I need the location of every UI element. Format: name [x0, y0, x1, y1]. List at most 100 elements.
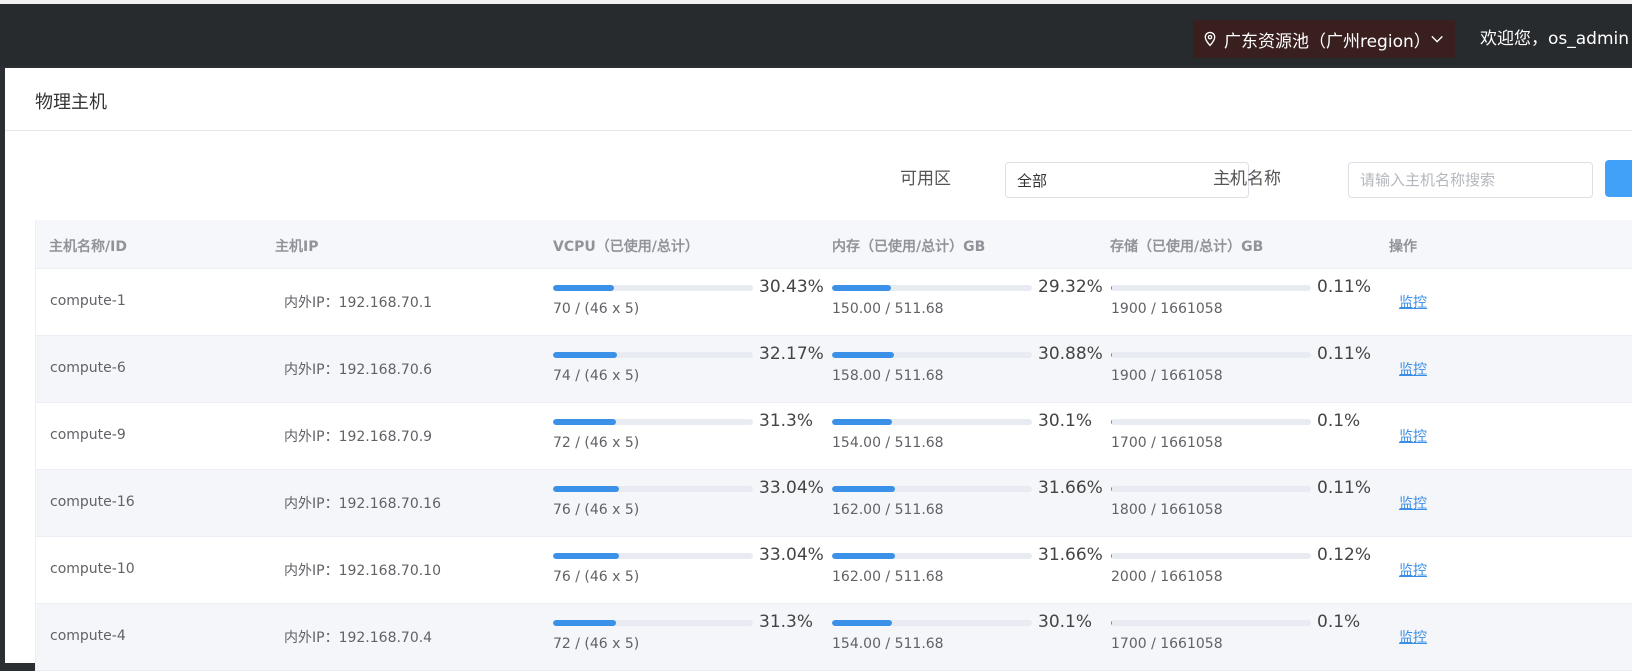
monitor-link[interactable]: 监控 [1399, 292, 1427, 312]
table-row: compute-6 内外IP：192.168.70.6 32.17% 74 / (46… [36, 336, 1632, 403]
memory-progress-fill [832, 285, 891, 291]
memory-usage: 30.1%154.00 / 511.68 [832, 604, 1102, 670]
vcpu-progress-fill [553, 419, 616, 425]
region-selector[interactable]: 广东资源池（广州region） [1193, 20, 1455, 58]
vcpu-progress-track [553, 285, 753, 291]
vcpu-percent: 32.17% [759, 344, 824, 364]
memory-used-total: 158.00 / 511.68 [832, 368, 944, 384]
storage-usage: 0.11% 1900 / 1661058 [1111, 336, 1381, 402]
host-name: compute-16 [50, 494, 135, 510]
monitor-link[interactable]: 监控 [1399, 359, 1427, 379]
storage-progress-track [1111, 285, 1311, 291]
memory-percent: 31.66% [1038, 545, 1103, 565]
col-vcpu: VCPU（已使用/总计） [553, 236, 699, 256]
table-header: 主机名称/ID 主机IP VCPU（已使用/总计） 内存（已使用/总计）GB 存… [36, 220, 1632, 269]
vcpu-progress-fill [553, 620, 616, 626]
ip-prefix: 内外IP： [284, 362, 339, 378]
memory-used-total: 154.00 / 511.68 [832, 435, 944, 451]
ip-value: 192.168.70.6 [339, 362, 433, 378]
ip-value: 192.168.70.16 [339, 496, 441, 512]
storage-progress-track [1111, 620, 1311, 626]
monitor-link[interactable]: 监控 [1399, 426, 1427, 446]
storage-progress-track [1111, 352, 1311, 358]
storage-percent: 0.11% [1317, 478, 1371, 498]
memory-percent: 29.32% [1038, 277, 1103, 297]
vcpu-progress-fill [553, 486, 619, 492]
vcpu-used-total: 70 / (46 x 5) [553, 301, 639, 317]
memory-usage: 30.88%158.00 / 511.68 [832, 336, 1102, 402]
vcpu-usage: 32.17% 74 / (46 x 5) [553, 336, 823, 402]
ip-prefix: 内外IP： [284, 630, 339, 646]
storage-percent: 0.12% [1317, 545, 1371, 565]
storage-used-total: 1800 / 1661058 [1111, 502, 1223, 518]
memory-percent: 30.1% [1038, 612, 1092, 632]
col-memory: 内存（已使用/总计）GB [832, 236, 985, 256]
storage-usage: 0.12% 2000 / 1661058 [1111, 537, 1381, 603]
host-name: compute-6 [50, 360, 126, 376]
vcpu-progress-track [553, 352, 753, 358]
vcpu-used-total: 74 / (46 x 5) [553, 368, 639, 384]
vcpu-percent: 30.43% [759, 277, 824, 297]
memory-progress-fill [832, 553, 895, 559]
vcpu-progress-fill [553, 352, 617, 358]
vcpu-percent: 31.3% [759, 411, 813, 431]
vcpu-used-total: 76 / (46 x 5) [553, 502, 639, 518]
storage-used-total: 2000 / 1661058 [1111, 569, 1223, 585]
col-operation: 操作 [1389, 236, 1417, 256]
physical-host-panel: 物理主机 可用区 全部 主机名称 主机名称/ID 主机IP VCPU（已使用/总… [5, 68, 1632, 663]
table-row: compute-4内外IP：192.168.70.431.3%72 / (46 … [36, 604, 1632, 671]
ip-prefix: 内外IP： [284, 496, 339, 512]
memory-usage: 31.66%162.00 / 511.68 [832, 537, 1102, 603]
zone-select-value: 全部 [1017, 170, 1047, 191]
search-button[interactable] [1605, 160, 1632, 197]
col-host-ip: 主机IP [275, 236, 318, 256]
col-host-name: 主机名称/ID [49, 236, 127, 256]
storage-percent: 0.1% [1317, 612, 1360, 632]
ip-prefix: 内外IP： [284, 429, 339, 445]
storage-used-total: 1900 / 1661058 [1111, 301, 1223, 317]
memory-percent: 31.66% [1038, 478, 1103, 498]
vcpu-percent: 33.04% [759, 545, 824, 565]
monitor-link[interactable]: 监控 [1399, 627, 1427, 647]
vcpu-progress-track [553, 419, 753, 425]
storage-percent: 0.11% [1317, 344, 1371, 364]
monitor-link[interactable]: 监控 [1399, 560, 1427, 580]
storage-usage: 0.11% 1900 / 1661058 [1111, 269, 1381, 335]
host-name-label: 主机名称 [1213, 164, 1281, 189]
memory-progress-fill [832, 352, 894, 358]
vcpu-usage: 30.43% 70 / (46 x 5) [553, 269, 823, 335]
vcpu-progress-fill [553, 285, 614, 291]
storage-usage: 0.1%1700 / 1661058 [1111, 403, 1381, 469]
table-row: compute-9内外IP：192.168.70.931.3%72 / (46 … [36, 403, 1632, 470]
ip-value: 192.168.70.4 [339, 630, 433, 646]
location-pin-icon [1203, 30, 1217, 48]
monitor-link[interactable]: 监控 [1399, 493, 1427, 513]
memory-usage: 29.32%150.00 / 511.68 [832, 269, 1102, 335]
ip-prefix: 内外IP： [284, 295, 339, 311]
ip-prefix: 内外IP： [284, 563, 339, 579]
host-ip: 内外IP：192.168.70.16 [284, 493, 441, 513]
page-title: 物理主机 [35, 88, 107, 114]
memory-progress-fill [832, 419, 892, 425]
welcome-user[interactable]: 欢迎您，os_admin [1480, 24, 1629, 49]
memory-percent: 30.1% [1038, 411, 1092, 431]
title-divider [5, 130, 1632, 131]
storage-percent: 0.11% [1317, 277, 1371, 297]
zone-label: 可用区 [900, 164, 951, 189]
storage-used-total: 1900 / 1661058 [1111, 368, 1223, 384]
host-search-input[interactable] [1348, 162, 1593, 198]
host-name: compute-4 [50, 628, 126, 644]
ip-value: 192.168.70.1 [339, 295, 433, 311]
storage-used-total: 1700 / 1661058 [1111, 636, 1223, 652]
chevron-down-icon [1431, 34, 1443, 44]
vcpu-usage: 33.04% 76 / (46 x 5) [553, 470, 823, 536]
vcpu-percent: 31.3% [759, 612, 813, 632]
top-navbar: 广东资源池（广州region） 欢迎您，os_admin [0, 4, 1632, 66]
storage-usage: 0.11% 1800 / 1661058 [1111, 470, 1381, 536]
ip-value: 192.168.70.9 [339, 429, 433, 445]
memory-progress-track [832, 553, 1032, 559]
storage-progress-track [1111, 486, 1311, 492]
vcpu-percent: 33.04% [759, 478, 824, 498]
host-name: compute-10 [50, 561, 135, 577]
vcpu-progress-fill [553, 553, 619, 559]
